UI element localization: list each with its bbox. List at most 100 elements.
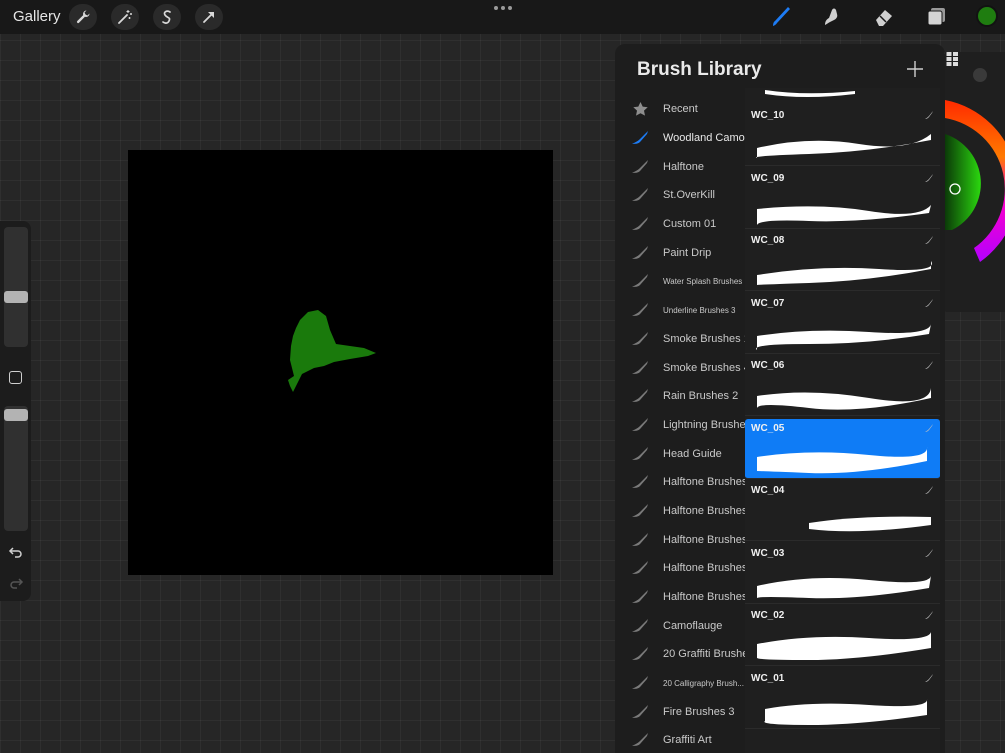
brush-set-icon <box>632 360 648 374</box>
brush-item[interactable]: WC_06 <box>745 356 940 416</box>
brush-set-item[interactable]: Underline Brushes 3 <box>615 296 745 325</box>
brush-item[interactable]: WC_05 <box>745 418 940 479</box>
brush-set-item[interactable]: Head Guide <box>615 439 745 468</box>
brush-size-slider[interactable] <box>4 227 28 347</box>
brush-set-item[interactable]: Water Splash Brushes <box>615 267 745 296</box>
brush-set-icon <box>632 446 648 460</box>
redo-icon[interactable] <box>8 575 24 591</box>
brush-set-item[interactable]: Halftone Brushes 3 <box>615 525 745 554</box>
brush-library-title: Brush Library <box>637 59 762 80</box>
brush-set-item[interactable]: Halftone <box>615 152 745 181</box>
brush-item[interactable]: WC_03 <box>745 543 940 604</box>
brush-set-item[interactable]: Smoke Brushes 4 <box>615 353 745 382</box>
brush-item[interactable]: WC_09 <box>745 168 940 229</box>
brush-set-item[interactable]: Paint Drip <box>615 238 745 267</box>
brush-set-label: Recent <box>663 103 698 116</box>
color-wheel[interactable] <box>940 52 1005 312</box>
brush-set-item[interactable]: Camoflauge <box>615 611 745 640</box>
brush-set-label: Custom 01 <box>663 218 717 231</box>
brush-set-icon <box>632 274 648 288</box>
brush-set-item[interactable]: Recent <box>615 95 745 124</box>
brush-set-label: Underline Brushes 3 <box>663 305 736 315</box>
smudge-icon[interactable] <box>817 3 847 31</box>
brush-stroke-preview[interactable] <box>745 88 940 104</box>
gallery-button[interactable]: Gallery <box>13 8 61 25</box>
brush-stroke-preview <box>757 446 928 473</box>
magic-wand-icon[interactable] <box>111 4 139 30</box>
brush-set-item[interactable]: Halftone Brushes 5 <box>615 468 745 497</box>
brush-set-icon <box>632 676 648 690</box>
brush-set-item[interactable]: Rain Brushes 2 <box>615 382 745 411</box>
eraser-icon[interactable] <box>869 3 899 31</box>
brush-set-label: Head Guide <box>663 447 722 460</box>
brush-set-icon <box>632 503 648 517</box>
brush-item[interactable]: WC_08 <box>745 231 940 291</box>
brush-set-item[interactable]: Halftone Brushes 2 <box>615 554 745 583</box>
brush-set-icon <box>632 618 648 632</box>
brush-set-item[interactable]: 20 Calligraphy Brush... <box>615 669 745 698</box>
brush-set-item[interactable]: Halftone Brushes 4 <box>615 497 745 526</box>
more-options-icon[interactable] <box>494 6 512 10</box>
wrench-icon[interactable] <box>69 4 97 30</box>
selection-icon[interactable] <box>153 4 181 30</box>
brush-set-icon <box>632 303 648 317</box>
modify-button[interactable] <box>9 371 22 384</box>
brush-set-label: Woodland Camo <box>663 132 745 145</box>
brush-set-icon <box>632 245 648 259</box>
brush-set-item[interactable]: Lightning Brushes <box>615 411 745 440</box>
brush-set-label: Smoke Brushes 12 <box>663 332 745 345</box>
brush-set-label: Halftone Brushes 5 <box>663 476 745 489</box>
brush-set-label: 20 Graffiti Brushes <box>663 648 745 661</box>
brush-size-thumb[interactable] <box>4 291 28 303</box>
brush-set-item[interactable]: Fire Brushes 3 <box>615 697 745 726</box>
opacity-slider[interactable] <box>4 406 28 531</box>
brush-item[interactable]: WC_01 <box>745 668 940 729</box>
brush-list: WC_10 WC_09 WC_08 WC_07 WC_06 WC_05 WC_04 WC_03… <box>745 88 940 753</box>
add-brush-set-icon[interactable] <box>905 59 925 79</box>
brush-set-icon <box>632 475 648 489</box>
brush-set-label: Paint Drip <box>663 246 712 259</box>
layers-icon[interactable] <box>921 3 951 31</box>
opacity-thumb[interactable] <box>4 409 28 421</box>
brush-set-item[interactable]: Smoke Brushes 12 <box>615 325 745 354</box>
brush-set-icon <box>632 131 648 145</box>
brush-set-label: Lightning Brushes <box>663 418 745 431</box>
brush-item[interactable]: WC_02 <box>745 606 940 666</box>
brush-set-item[interactable]: Custom 01 <box>615 210 745 239</box>
brush-stroke-preview <box>764 698 928 725</box>
side-slider-panel <box>0 221 31 601</box>
brush-stroke-preview <box>756 134 931 158</box>
brush-set-item[interactable]: Woodland Camo <box>615 124 745 153</box>
brush-set-label: Halftone <box>663 160 704 173</box>
brush-set-item[interactable]: Halftone Brushes 1 <box>615 583 745 612</box>
brush-stroke-preview <box>756 261 932 285</box>
brush-set-label: Water Splash Brushes <box>663 276 743 286</box>
brush-stroke-preview <box>809 516 931 532</box>
brush-item[interactable]: WC_04 <box>745 481 940 541</box>
brush-set-label: 20 Calligraphy Brush... <box>663 678 744 688</box>
brush-set-item[interactable]: 20 Graffiti Brushes <box>615 640 745 669</box>
brush-set-item[interactable]: Graffiti Art <box>615 726 745 753</box>
brush-item[interactable]: WC_07 <box>745 293 940 354</box>
brush-item[interactable]: WC_10 <box>745 106 940 166</box>
brush-set-icon <box>632 188 648 202</box>
brush-set-icon <box>632 647 648 661</box>
brush-set-label: Halftone Brushes 1 <box>663 591 745 604</box>
close-color-icon[interactable] <box>973 68 987 82</box>
brush-set-icon <box>632 217 648 231</box>
brush-stroke-preview <box>757 575 931 598</box>
brush-set-label: Smoke Brushes 4 <box>663 361 745 374</box>
brush-library-panel: Brush Library Recent Woodland Camo Halfton… <box>615 44 945 753</box>
top-toolbar: Gallery <box>0 0 1005 34</box>
undo-icon[interactable] <box>8 544 24 560</box>
drawing-canvas[interactable] <box>128 150 553 575</box>
brush-set-item[interactable]: St.OverKill <box>615 181 745 210</box>
brush-stroke-preview <box>757 632 931 660</box>
color-panel <box>940 52 1005 312</box>
transform-arrow-icon[interactable] <box>195 4 223 30</box>
color-picker-button[interactable] <box>976 5 998 27</box>
brush-set-label: Halftone Brushes 4 <box>663 504 745 517</box>
brush-icon[interactable] <box>767 3 797 31</box>
brush-set-icon <box>632 590 648 604</box>
star-icon <box>633 102 648 116</box>
